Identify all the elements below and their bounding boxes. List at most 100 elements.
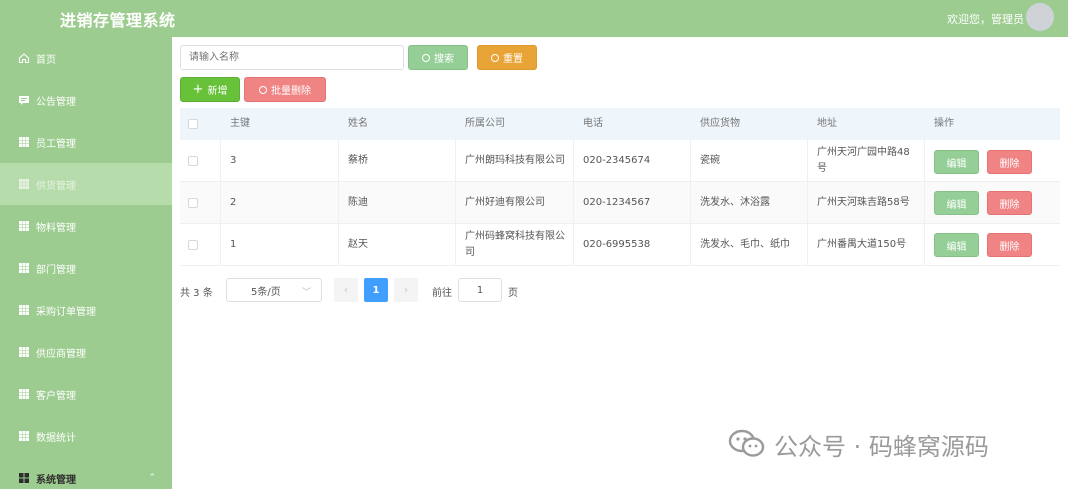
batch-delete-button[interactable]: 批量删除 — [244, 77, 326, 102]
plus-icon: + — [192, 81, 204, 97]
page-size-value: 5条/页 — [251, 286, 281, 298]
edit-button[interactable]: 编辑 — [934, 191, 979, 215]
cell-divider — [338, 224, 339, 265]
cell-divider — [573, 140, 574, 181]
sidebar-item-home[interactable]: 首页 — [0, 37, 172, 79]
sidebar-item-label: 物料管理 — [36, 222, 76, 234]
row-select-cell — [188, 140, 208, 181]
header-name: 姓名 — [348, 118, 368, 129]
sidebar-item-notice[interactable]: 公告管理 — [0, 79, 172, 121]
cell-divider — [807, 140, 808, 181]
sidebar-item-label: 供货管理 — [36, 180, 76, 192]
watermark: 公众号 · 码蜂窝源码 — [728, 426, 989, 462]
cell-divider — [220, 182, 221, 223]
header-id: 主键 — [230, 118, 250, 129]
header-goods: 供应货物 — [700, 118, 740, 129]
cell-divider — [807, 182, 808, 223]
delete-button[interactable]: 删除 — [987, 150, 1032, 174]
cell-divider — [690, 182, 691, 223]
header-actions: 操作 — [934, 118, 954, 129]
sidebar-item-supply[interactable]: 供货管理 — [0, 163, 172, 205]
data-table: 主键 姓名 所属公司 电话 供应货物 地址 操作 3 蔡桥 广州朗玛科技有限公司… — [180, 108, 1060, 272]
sidebar-item-employee[interactable]: 员工管理 — [0, 121, 172, 163]
edit-button[interactable]: 编辑 — [934, 233, 979, 257]
sidebar-item-material[interactable]: 物料管理 — [0, 205, 172, 247]
header-phone: 电话 — [583, 118, 603, 129]
goto-page-input[interactable]: 1 — [458, 278, 502, 302]
add-button[interactable]: + 新增 — [180, 77, 240, 102]
watermark-text: 公众号 · 码蜂窝源码 — [774, 432, 989, 461]
table-row: 3 蔡桥 广州朗玛科技有限公司 020-2345674 瓷碗 广州天河广园中路4… — [180, 140, 1060, 182]
avatar[interactable] — [1026, 3, 1054, 31]
grid-icon — [18, 304, 30, 316]
cell-name: 蔡桥 — [348, 154, 368, 166]
cell-name: 赵天 — [348, 238, 368, 250]
cell-divider — [220, 224, 221, 265]
sidebar-item-department[interactable]: 部门管理 — [0, 247, 172, 289]
sidebar-item-statistics[interactable]: 数据统计 — [0, 415, 172, 457]
reset-button[interactable]: 重置 — [477, 45, 537, 70]
page-size-select[interactable]: 5条/页 ﹀ — [226, 278, 322, 302]
sidebar-item-label: 部门管理 — [36, 264, 76, 276]
cell-divider — [807, 224, 808, 265]
grid-icon — [18, 262, 30, 274]
sidebar-item-label: 供应商管理 — [36, 348, 86, 360]
delete-button[interactable]: 删除 — [987, 233, 1032, 257]
cell-goods: 瓷碗 — [700, 154, 720, 166]
chevron-right-icon: › — [404, 284, 408, 296]
chevron-down-icon: ﹀ — [301, 288, 311, 298]
pagination: 共 3 条 5条/页 ﹀ ‹ 1 › 前往 1 页 — [180, 278, 580, 302]
main-content: 搜索 重置 + 新增 批量删除 主键 姓名 所属公司 电话 供应货物 地址 操作 — [172, 37, 1068, 489]
row-checkbox[interactable] — [188, 155, 198, 166]
select-all-checkbox[interactable] — [188, 119, 198, 129]
cell-id: 3 — [230, 154, 237, 166]
cell-id: 2 — [230, 196, 237, 208]
cell-phone: 020-6995538 — [583, 238, 651, 250]
search-button-label: 搜索 — [434, 54, 454, 65]
row-checkbox[interactable] — [188, 239, 198, 250]
right-edge — [1068, 0, 1080, 489]
cell-address: 广州天河广园中路48号 — [817, 146, 910, 174]
cell-address: 广州番禺大道150号 — [817, 238, 907, 250]
cell-name: 陈迪 — [348, 196, 368, 208]
cell-goods: 洗发水、沐浴露 — [700, 196, 770, 208]
sidebar-item-label: 数据统计 — [36, 432, 76, 444]
prev-page-button[interactable]: ‹ — [334, 278, 358, 302]
page-unit-label: 页 — [508, 288, 518, 299]
next-page-button[interactable]: › — [394, 278, 418, 302]
cell-divider — [455, 182, 456, 223]
sidebar-item-label: 首页 — [36, 54, 56, 66]
cell-id: 1 — [230, 238, 237, 250]
top-header: 进销存管理系统 欢迎您，管理员 — [0, 0, 1068, 37]
search-button[interactable]: 搜索 — [408, 45, 468, 70]
edit-button[interactable]: 编辑 — [934, 150, 979, 174]
app-title: 进销存管理系统 — [60, 11, 176, 30]
sidebar-item-label: 公告管理 — [36, 96, 76, 108]
goto-label: 前往 — [432, 288, 452, 299]
grid-icon — [18, 136, 30, 148]
page-number-current[interactable]: 1 — [364, 278, 388, 302]
cell-divider — [455, 224, 456, 265]
grid-icon — [18, 430, 30, 442]
wechat-icon — [728, 429, 766, 459]
sidebar-item-label: 采购订单管理 — [36, 306, 96, 318]
welcome-text[interactable]: 欢迎您，管理员 — [947, 11, 1024, 27]
reset-button-label: 重置 — [503, 54, 523, 65]
chevron-up-icon: ⌃ — [148, 473, 156, 483]
total-count: 共 3 条 — [180, 288, 213, 299]
cell-divider — [924, 140, 925, 181]
sidebar-item-purchase-order[interactable]: 采购订单管理 — [0, 289, 172, 331]
grid-icon — [18, 220, 30, 232]
cell-divider — [924, 182, 925, 223]
sidebar-item-label: 员工管理 — [36, 138, 76, 150]
sidebar-item-customer[interactable]: 客户管理 — [0, 373, 172, 415]
delete-button[interactable]: 删除 — [987, 191, 1032, 215]
sidebar-item-supplier[interactable]: 供应商管理 — [0, 331, 172, 373]
sidebar-item-system[interactable]: 系统管理 ⌃ — [0, 457, 172, 489]
grid-icon — [18, 346, 30, 358]
cell-company: 广州码蜂窝科技有限公司 — [465, 230, 565, 258]
row-checkbox[interactable] — [188, 197, 198, 208]
cell-divider — [573, 224, 574, 265]
search-input[interactable] — [180, 45, 404, 70]
search-icon — [422, 53, 430, 62]
